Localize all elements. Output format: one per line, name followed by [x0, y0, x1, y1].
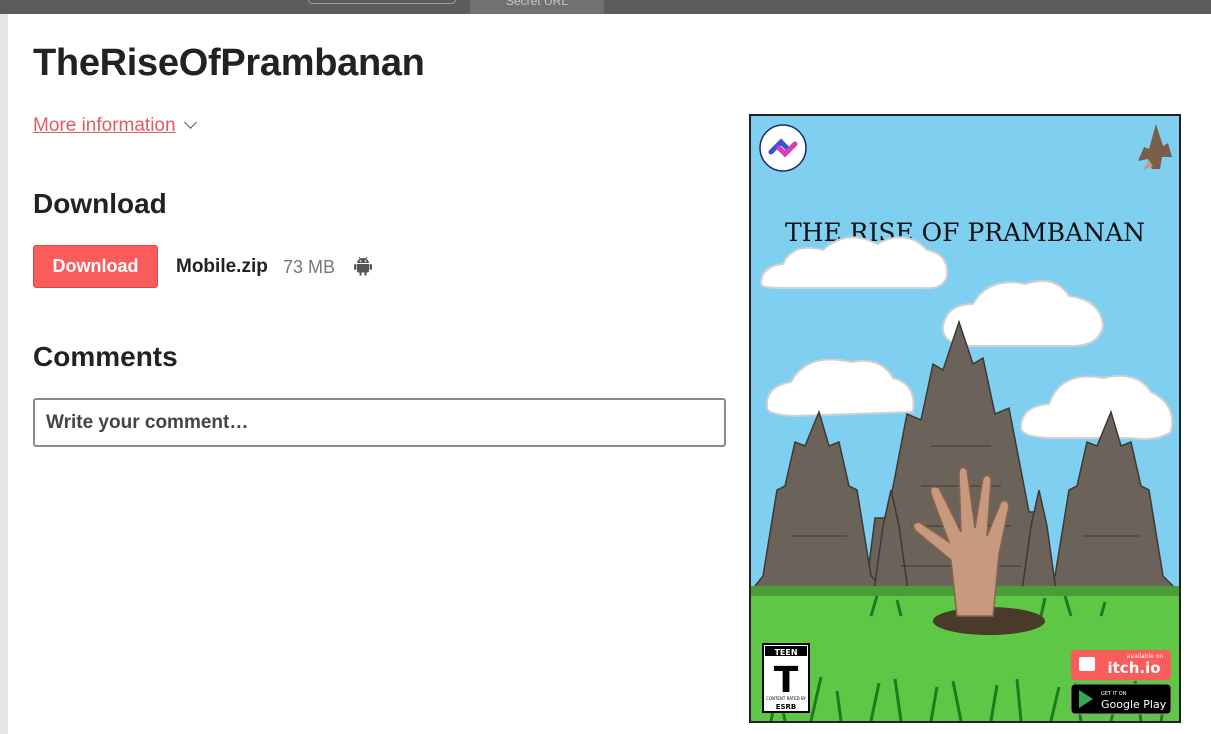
page-title: TheRiseOfPrambanan: [33, 42, 425, 84]
upload-file-size: 73 MB: [283, 257, 336, 277]
android-icon: [354, 256, 372, 281]
svg-text:ESRB: ESRB: [776, 703, 797, 711]
studio-logo-icon: [759, 124, 807, 172]
svg-text:GET IT ON: GET IT ON: [1101, 691, 1127, 697]
esrb-rating-badge: TEEN T CONTENT RATED BY ESRB: [762, 643, 810, 713]
download-heading: Download: [33, 188, 167, 219]
svg-text:CONTENT RATED BY: CONTENT RATED BY: [766, 696, 807, 701]
svg-text:itch.io: itch.io: [1107, 659, 1160, 677]
more-information-toggle[interactable]: More information: [33, 115, 197, 137]
download-button[interactable]: Download: [33, 245, 158, 288]
svg-text:Google Play: Google Play: [1101, 698, 1167, 711]
google-play-badge: GET IT ON Google Play: [1070, 683, 1172, 715]
game-cover-image: THE RISE OF PRAMBANAN TEEN T CONTENT RAT…: [749, 114, 1181, 723]
tab-secret-url[interactable]: Secret URL: [470, 0, 604, 14]
svg-text:T: T: [774, 660, 799, 701]
comments-heading: Comments: [33, 341, 178, 372]
game-page: TheRiseOfPrambanan More information Down…: [8, 14, 1211, 734]
top-navigation-bar: Secret URL: [0, 0, 1211, 14]
top-search-field[interactable]: [308, 0, 456, 4]
chevron-down-icon[interactable]: [183, 116, 197, 129]
comment-placeholder[interactable]: Write your comment…: [46, 412, 248, 434]
more-information-label[interactable]: More information: [33, 115, 176, 136]
comment-input[interactable]: Write your comment…: [33, 398, 726, 447]
upload-file-name: Mobile.zip: [176, 256, 268, 277]
svg-text:TEEN: TEEN: [774, 648, 797, 657]
itch-io-badge: available on itch.io: [1071, 650, 1171, 680]
